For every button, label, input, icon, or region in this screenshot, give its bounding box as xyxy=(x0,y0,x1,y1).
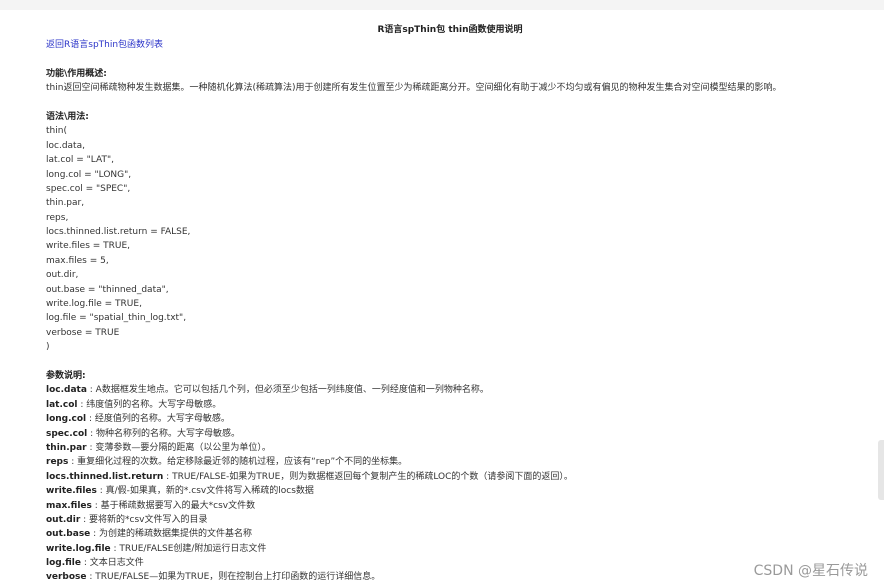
param-description: : 基于稀疏数据要写入的最大*csv文件数 xyxy=(91,500,256,511)
param-row: max.files : 基于稀疏数据要写入的最大*csv文件数 xyxy=(46,499,876,513)
param-name: write.log.file xyxy=(46,543,111,554)
param-description: : 纬度值列的名称。大写字母敏感。 xyxy=(77,399,222,410)
param-row: out.dir : 要将新的*csv文件写入的目录 xyxy=(46,513,876,527)
param-name: log.file xyxy=(46,558,81,569)
syntax-line: reps, xyxy=(46,212,69,223)
param-name: lat.col xyxy=(46,399,78,410)
param-name: out.base xyxy=(46,529,91,540)
param-description: : TRUE/FALSE-如果为TRUE，则为数据框返回每个复制产生的稀疏LOC… xyxy=(163,471,573,482)
document-body: R语言spThin包 thin函数使用说明 返回R语言spThin包函数列表 功… xyxy=(46,22,876,585)
param-name: out.dir xyxy=(46,514,81,525)
top-bar xyxy=(0,0,884,10)
param-name: spec.col xyxy=(46,428,88,439)
syntax-line: log.file = "spatial_thin_log.txt", xyxy=(46,313,187,324)
param-description: : TRUE/FALSE创建/附加运行日志文件 xyxy=(110,543,267,554)
param-description: : 变薄参数—要分隔的距离（以公里为单位）。 xyxy=(86,442,271,453)
syntax-line: lat.col = "LAT", xyxy=(46,155,114,166)
param-row: verbose : TRUE/FALSE—如果为TRUE，则在控制台上打印函数的… xyxy=(46,570,876,584)
param-name: loc.data xyxy=(46,385,87,396)
param-description: : 真/假-如果真，新的*.csv文件将写入稀疏的locs数据 xyxy=(96,486,314,497)
syntax-line: locs.thinned.list.return = FALSE, xyxy=(46,227,191,238)
param-description: : 要将新的*csv文件写入的目录 xyxy=(80,514,208,525)
param-row: lat.col : 纬度值列的名称。大写字母敏感。 xyxy=(46,398,876,412)
param-description: : A数据框发生地点。它可以包括几个列，但必须至少包括一列纬度值、一列经度值和一… xyxy=(86,385,489,396)
param-row: thin.par : 变薄参数—要分隔的距离（以公里为单位）。 xyxy=(46,441,876,455)
syntax-line: spec.col = "SPEC", xyxy=(46,183,131,194)
syntax-line: out.dir, xyxy=(46,270,79,281)
param-description: : 为创建的稀疏数据集提供的文件基名称 xyxy=(90,529,253,540)
syntax-line: long.col = "LONG", xyxy=(46,169,132,180)
syntax-line: loc.data, xyxy=(46,140,85,151)
param-name: locs.thinned.list.return xyxy=(46,471,164,482)
csdn-watermark: CSDN @星石传说 xyxy=(753,563,868,579)
param-row: write.files : 真/假-如果真，新的*.csv文件将写入稀疏的loc… xyxy=(46,484,876,498)
function-heading: 功能\作用概述: xyxy=(46,68,107,79)
page-title: R语言spThin包 thin函数使用说明 xyxy=(377,25,523,35)
param-description: : 经度值列的名称。大写字母敏感。 xyxy=(86,414,230,425)
param-row: spec.col : 物种名称列的名称。大写字母敏感。 xyxy=(46,427,876,441)
param-name: verbose xyxy=(46,572,87,583)
syntax-heading: 语法\用法: xyxy=(46,111,89,122)
param-row: long.col : 经度值列的名称。大写字母敏感。 xyxy=(46,412,876,426)
params-list: loc.data : A数据框发生地点。它可以包括几个列，但必须至少包括一列纬度… xyxy=(46,383,876,584)
syntax-line: thin.par, xyxy=(46,198,85,209)
function-description: thin返回空间稀疏物种发生数据集。一种随机化算法(稀疏算法)用于创建所有发生位… xyxy=(46,83,782,94)
params-heading: 参数说明: xyxy=(46,370,86,381)
back-to-function-list-link[interactable]: 返回R语言spThin包函数列表 xyxy=(46,38,876,52)
param-name: max.files xyxy=(46,500,92,511)
param-row: log.file : 文本日志文件 xyxy=(46,556,876,570)
syntax-block: thin( loc.data, lat.col = "LAT", long.col =… xyxy=(46,124,876,354)
param-description: : 文本日志文件 xyxy=(81,558,144,569)
param-row: write.log.file : TRUE/FALSE创建/附加运行日志文件 xyxy=(46,542,876,556)
syntax-line: verbose = TRUE xyxy=(46,327,120,338)
param-row: reps : 重复细化过程的次数。给定移除最近邻的随机过程，应该有“rep”个不… xyxy=(46,455,876,469)
param-row: loc.data : A数据框发生地点。它可以包括几个列，但必须至少包括一列纬度… xyxy=(46,383,876,397)
param-name: write.files xyxy=(46,486,97,497)
param-row: locs.thinned.list.return : TRUE/FALSE-如果… xyxy=(46,470,876,484)
param-description: : TRUE/FALSE—如果为TRUE，则在控制台上打印函数的运行详细信息。 xyxy=(86,572,381,583)
syntax-line: write.files = TRUE, xyxy=(46,241,131,252)
syntax-line: write.log.file = TRUE, xyxy=(46,299,142,310)
syntax-line: ) xyxy=(46,342,50,353)
syntax-line: max.files = 5, xyxy=(46,255,109,266)
param-name: reps xyxy=(46,457,69,468)
syntax-line: out.base = "thinned_data", xyxy=(46,284,169,295)
param-name: thin.par xyxy=(46,442,87,453)
param-row: out.base : 为创建的稀疏数据集提供的文件基名称 xyxy=(46,527,876,541)
param-name: long.col xyxy=(46,414,87,425)
syntax-line: thin( xyxy=(46,126,67,137)
scrollbar-thumb[interactable] xyxy=(878,440,884,500)
param-description: : 重复细化过程的次数。给定移除最近邻的随机过程，应该有“rep”个不同的坐标集… xyxy=(68,457,408,468)
param-description: : 物种名称列的名称。大写字母敏感。 xyxy=(87,428,241,439)
